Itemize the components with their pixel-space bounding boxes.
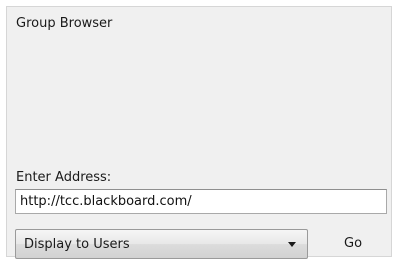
go-button[interactable]: Go — [344, 236, 362, 251]
address-input[interactable] — [15, 189, 387, 214]
enter-address-label: Enter Address: — [16, 170, 112, 185]
display-dropdown-value: Display to Users — [24, 237, 130, 252]
display-dropdown[interactable]: Display to Users — [15, 229, 308, 259]
chevron-down-icon — [288, 242, 296, 247]
window-edge — [392, 6, 398, 257]
group-browser-panel: Group Browser Enter Address: Display to … — [6, 6, 392, 259]
group-browser-title: Group Browser — [16, 16, 113, 31]
